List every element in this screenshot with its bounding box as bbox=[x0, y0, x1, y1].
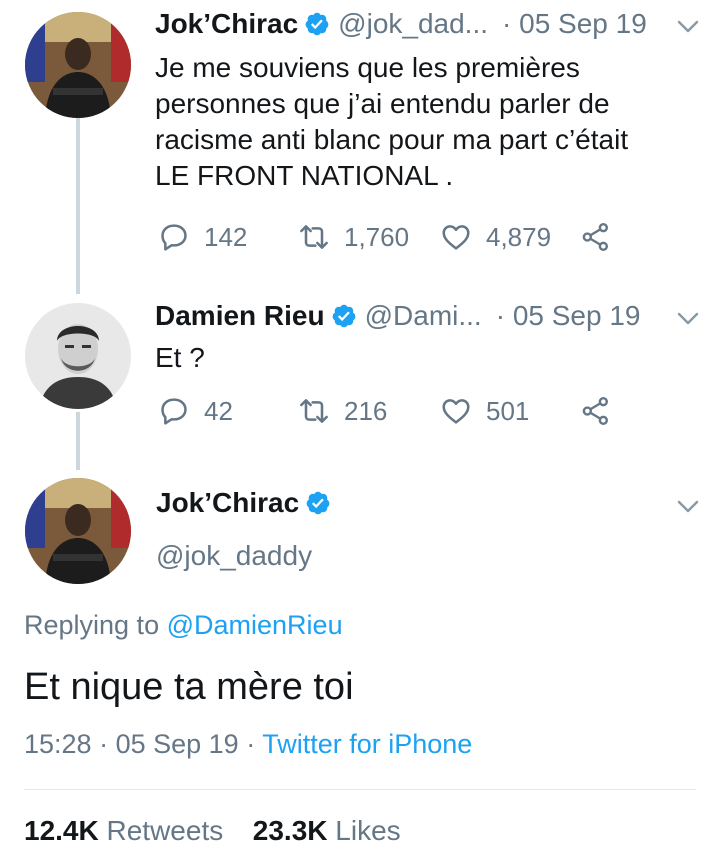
likes-label: Likes bbox=[335, 815, 401, 846]
verified-badge-icon bbox=[304, 11, 330, 37]
thread-line-1 bbox=[76, 118, 80, 294]
author-handle[interactable]: @jok_dad... bbox=[338, 8, 488, 40]
main-tweet-text: Et nique ta mère toi bbox=[24, 666, 354, 708]
like-count: 501 bbox=[486, 395, 530, 426]
tweet-source-app[interactable]: Twitter for iPhone bbox=[262, 729, 472, 759]
tweet-text-line: Je me souviens que les premières bbox=[155, 52, 580, 83]
like-button[interactable]: 501 bbox=[440, 395, 529, 427]
avatar-jok-chirac[interactable] bbox=[25, 12, 131, 118]
retweets-stat[interactable]: 12.4K Retweets bbox=[24, 815, 231, 846]
main-author-handle[interactable]: @jok_daddy bbox=[156, 540, 312, 572]
reply-count: 142 bbox=[204, 221, 248, 252]
tweet-header: Jok’Chirac @jok_dad... · 05 Sep 19 bbox=[155, 8, 647, 40]
share-icon bbox=[580, 221, 612, 253]
like-count: 4,879 bbox=[486, 221, 552, 252]
tweet-text-line: LE FRONT NATIONAL . bbox=[155, 160, 454, 191]
author-name[interactable]: Damien Rieu bbox=[155, 300, 325, 332]
tweet-text-line: racisme anti blanc pour ma part c’était bbox=[155, 124, 629, 155]
tweet-meta: 15:28 · 05 Sep 19 · Twitter for iPhone bbox=[24, 729, 472, 760]
like-icon bbox=[440, 395, 472, 427]
retweet-icon bbox=[298, 395, 330, 427]
retweet-count: 216 bbox=[344, 395, 388, 426]
retweets-total: 12.4K bbox=[24, 815, 99, 846]
tweet-text-line: Et ? bbox=[155, 342, 205, 373]
share-button[interactable] bbox=[580, 221, 612, 253]
divider bbox=[24, 789, 696, 790]
verified-badge-icon bbox=[305, 490, 331, 516]
tweet-full-date: · 05 Sep 19 · bbox=[99, 729, 256, 759]
likes-total: 23.3K bbox=[252, 815, 328, 846]
reply-icon bbox=[158, 221, 190, 253]
retweet-button[interactable]: 1,760 bbox=[298, 221, 409, 253]
replying-to: Replying to @DamienRieu bbox=[24, 610, 343, 641]
retweets-label: Retweets bbox=[106, 815, 224, 846]
tweet-actions: 42 216 501 bbox=[158, 395, 628, 435]
main-author-name[interactable]: Jok’Chirac bbox=[156, 487, 299, 519]
author-handle[interactable]: @Dami... bbox=[365, 300, 482, 332]
like-icon bbox=[440, 221, 472, 253]
main-author-name-row: Jok’Chirac bbox=[156, 487, 339, 519]
likes-stat[interactable]: 23.3K Likes bbox=[253, 815, 401, 846]
tweet-text: Et ? bbox=[155, 340, 205, 376]
tweet-time: 15:28 bbox=[24, 729, 92, 759]
tweet-text: Je me souviens que les premières personn… bbox=[155, 50, 628, 194]
like-button[interactable]: 4,879 bbox=[440, 221, 551, 253]
retweet-count: 1,760 bbox=[344, 221, 410, 252]
tweet-date[interactable]: · 05 Sep 19 bbox=[502, 8, 647, 40]
avatar-jok-chirac[interactable] bbox=[25, 478, 131, 584]
thread-line-2 bbox=[76, 412, 80, 470]
verified-badge-icon bbox=[331, 303, 357, 329]
share-button[interactable] bbox=[580, 395, 612, 427]
tweet-date[interactable]: · 05 Sep 19 bbox=[496, 300, 641, 332]
replying-to-mention[interactable]: @DamienRieu bbox=[167, 610, 343, 640]
engagement-stats: 12.4K Retweets 23.3K Likes bbox=[24, 815, 401, 847]
reply-button[interactable]: 142 bbox=[158, 221, 247, 253]
reply-count: 42 bbox=[204, 395, 233, 426]
tweet-actions: 142 1,760 4,879 bbox=[158, 221, 628, 261]
retweet-icon bbox=[298, 221, 330, 253]
tweet-text-line: personnes que j’ai entendu parler de bbox=[155, 88, 610, 119]
avatar-damien-rieu[interactable] bbox=[25, 303, 131, 409]
chevron-down-icon[interactable] bbox=[677, 500, 699, 514]
reply-icon bbox=[158, 395, 190, 427]
chevron-down-icon[interactable] bbox=[677, 20, 699, 34]
tweet-header: Damien Rieu @Dami... · 05 Sep 19 bbox=[155, 300, 641, 332]
author-name[interactable]: Jok’Chirac bbox=[155, 8, 298, 40]
retweet-button[interactable]: 216 bbox=[298, 395, 387, 427]
chevron-down-icon[interactable] bbox=[677, 312, 699, 326]
share-icon bbox=[580, 395, 612, 427]
reply-button[interactable]: 42 bbox=[158, 395, 233, 427]
replying-to-prefix: Replying to bbox=[24, 610, 160, 640]
